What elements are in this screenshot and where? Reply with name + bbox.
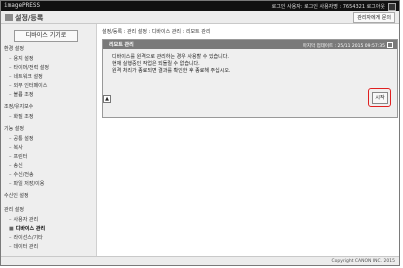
sidebar-item-network[interactable]: – 네트워크 설정 xyxy=(9,73,43,80)
sidebar-item-interface[interactable]: – 외부 인터페이스 xyxy=(9,82,47,89)
sidebar-item-send[interactable]: – 송신 xyxy=(9,162,23,169)
sidebar-item-destination[interactable]: 수신인 설정 xyxy=(4,192,29,199)
page-title: 설정/등록 xyxy=(5,13,43,23)
sidebar-item-copy[interactable]: – 복사 xyxy=(9,144,23,151)
panel-title: 리모트 관리 xyxy=(109,42,134,48)
start-button[interactable]: 시작 xyxy=(372,92,388,104)
back-to-top-icon[interactable]: ▲ xyxy=(103,95,111,103)
sidebar-item-env-settings[interactable]: 환경 설정 xyxy=(4,45,24,52)
last-updated: 마지막 업데이트 : 25/11 2015 09:57:35 xyxy=(303,42,393,49)
sidebar-item-receive[interactable]: – 수신/전송 xyxy=(9,171,34,178)
contact-manager-link[interactable]: 관리자에게 문의 xyxy=(353,12,395,23)
sidebar-item-paper[interactable]: – 용지 설정 xyxy=(9,55,34,62)
sidebar-item-timer[interactable]: – 타이머/전력 설정 xyxy=(9,64,49,71)
sidebar-item-volume[interactable]: – 볼륨 조정 xyxy=(9,91,34,98)
copyright: Copyright CANON INC. 2015 xyxy=(331,259,396,264)
panel-header: 리모트 관리 마지막 업데이트 : 25/11 2015 09:57:35 xyxy=(103,40,397,49)
sidebar-item-printer[interactable]: – 프린터 xyxy=(9,153,27,160)
app-logo: imagePRESS xyxy=(4,2,41,9)
sidebar-item-function[interactable]: 기능 설정 xyxy=(4,125,24,132)
sidebar-item-user-mgmt[interactable]: – 사용자 관리 xyxy=(9,216,38,223)
sidebar-item-data-mgmt[interactable]: – 데이터 관리 xyxy=(9,243,38,250)
sidebar-item-management[interactable]: 관리 설정 xyxy=(4,206,24,213)
main-content: 설정/등록 : 관리 설정 : 디바이스 관리 : 리모트 관리 리모트 관리 … xyxy=(97,24,399,256)
refresh-icon[interactable] xyxy=(387,42,393,48)
page-header: 설정/등록 관리자에게 문의 xyxy=(1,11,399,24)
top-bar: imagePRESS 로그인 사용자: 로그인 사용자명 : 7654321 로… xyxy=(1,1,399,11)
sidebar-item-store-file[interactable]: – 파일 저장/이용 xyxy=(9,180,44,187)
sidebar-item-common[interactable]: – 공통 설정 xyxy=(9,135,34,142)
panel-message: 현재 실행중인 작업은 되돌릴 수 없습니다. xyxy=(112,61,200,67)
sidebar-item-license[interactable]: – 라이선스/기타 xyxy=(9,234,43,241)
start-button-highlight: 시작 xyxy=(368,88,391,107)
breadcrumb: 설정/등록 : 관리 설정 : 디바이스 관리 : 리모트 관리 xyxy=(102,29,211,35)
sidebar-item-image-quality[interactable]: – 화질 조정 xyxy=(9,113,34,120)
footer: Copyright CANON INC. 2015 xyxy=(1,256,399,265)
remote-ui-panel: 리모트 관리 마지막 업데이트 : 25/11 2015 09:57:35 디바… xyxy=(102,39,398,118)
sidebar-item-adjust[interactable]: 조정/유지보수 xyxy=(4,103,33,110)
user-info: 로그인 사용자: 로그인 사용자명 : 7654321 로그아웃 xyxy=(271,4,385,10)
browser-window: imagePRESS 로그인 사용자: 로그인 사용자명 : 7654321 로… xyxy=(0,0,400,266)
logout-icon[interactable] xyxy=(388,3,396,11)
to-device-button[interactable]: 디바이스 기기로 xyxy=(14,30,78,42)
settings-icon xyxy=(5,14,13,21)
panel-message: 디바이스를 원격으로 관리하는 경우 사용할 수 있습니다. xyxy=(112,54,229,60)
sidebar-item-device-mgmt[interactable]: ■ 디바이스 관리 xyxy=(9,225,45,232)
sidebar: 디바이스 기기로 환경 설정 – 용지 설정 – 타이머/전력 설정 – 네트워크 설… xyxy=(1,24,97,256)
panel-message: 원격 처리가 종료되면 결과를 확인한 후 종료해 주십시오. xyxy=(112,68,231,74)
